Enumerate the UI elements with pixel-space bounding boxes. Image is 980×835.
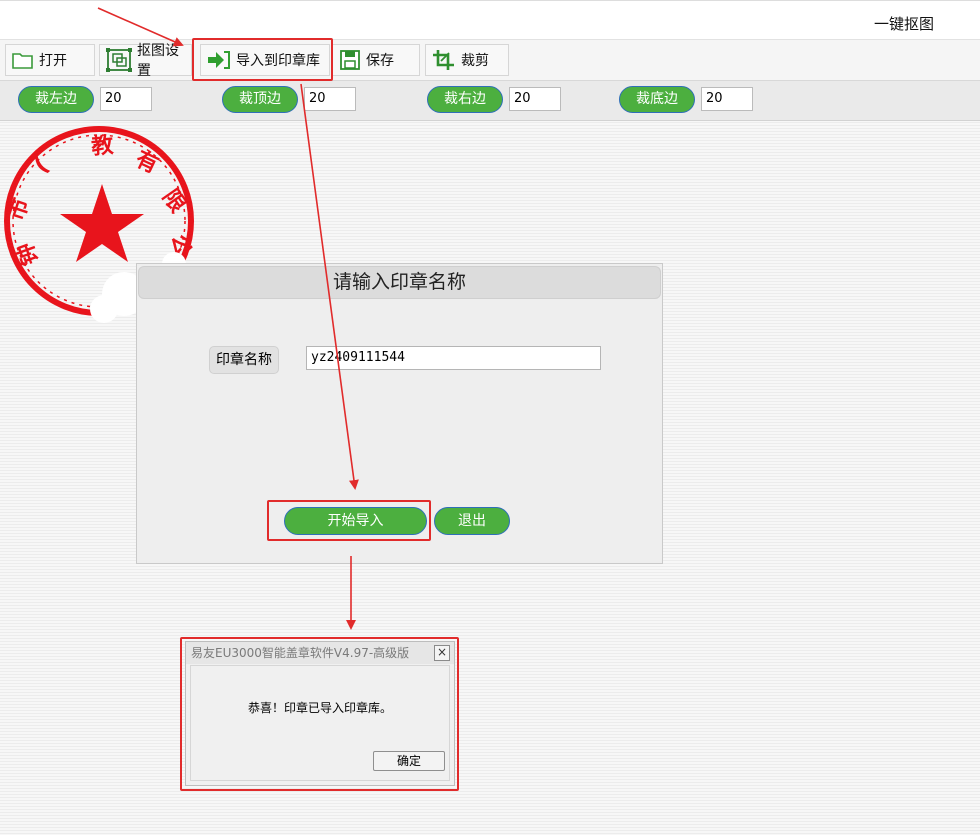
crop-label: 裁剪 [461,53,489,69]
matting-settings-label: 抠图设置 [137,43,179,79]
ok-button[interactable]: 确定 [373,751,445,771]
svg-text:教: 教 [90,132,115,160]
crop-top-button[interactable]: 裁顶边 [222,86,298,113]
import-arrow-icon [208,51,230,69]
start-import-button[interactable]: 开始导入 [284,507,427,535]
save-disk-icon [340,50,360,70]
import-to-library-label: 导入到印章库 [236,53,320,69]
message-box-title: 易友EU3000智能盖章软件V4.97-高级版 [186,642,454,664]
folder-icon [12,53,33,69]
crop-bottom-button[interactable]: 裁底边 [619,86,695,113]
crop-bottom-input[interactable]: 20 [701,87,753,111]
seal-name-dialog: 请输入印章名称 印章名称 yz2409111544 开始导入 退出 [136,263,663,564]
message-box-body: 恭喜！印章已导入印章库。 确定 [190,665,450,781]
crop-top-input[interactable]: 20 [304,87,356,111]
crop-icon [433,50,454,70]
open-label: 打开 [39,53,67,69]
toolbar: 打开 抠图设置 导入到印章库 保存 裁剪 [0,40,980,81]
crop-button[interactable]: 裁剪 [425,44,509,76]
success-message: 恭喜！印章已导入印章库。 [247,701,392,715]
save-label: 保存 [366,53,394,69]
seal-name-input[interactable]: yz2409111544 [306,346,601,370]
exit-button[interactable]: 退出 [434,507,510,535]
seal-name-label: 印章名称 [209,346,279,374]
close-icon[interactable]: × [434,645,450,661]
crop-left-input[interactable]: 20 [100,87,152,111]
app-title[interactable]: 一键抠图 [874,13,934,34]
success-message-box: 易友EU3000智能盖章软件V4.97-高级版 × 恭喜！印章已导入印章库。 确… [185,641,455,786]
save-button[interactable]: 保存 [332,44,420,76]
matting-frame-icon [106,48,132,72]
title-bar: 一键抠图 [0,0,980,40]
import-to-library-button[interactable]: 导入到印章库 [200,44,330,76]
matting-settings-button[interactable]: 抠图设置 [99,43,192,79]
open-button[interactable]: 打开 [5,44,95,76]
crop-right-button[interactable]: 裁右边 [427,86,503,113]
crop-right-input[interactable]: 20 [509,87,561,111]
crop-settings-bar: 裁左边 20 裁顶边 20 裁右边 20 裁底边 20 [0,81,980,121]
dialog-title: 请输入印章名称 [138,266,661,299]
crop-left-button[interactable]: 裁左边 [18,86,94,113]
